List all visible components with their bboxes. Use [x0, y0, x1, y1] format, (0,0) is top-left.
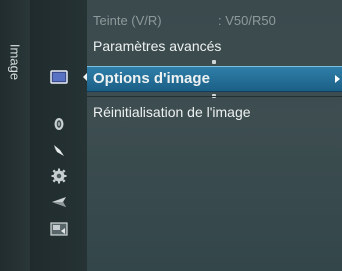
menu-category-title: Image	[7, 43, 23, 81]
menu-item-picture-reset[interactable]: Réinitialisation de l'image	[87, 100, 342, 124]
setup-category-button[interactable]	[30, 163, 87, 189]
menu-divider	[87, 96, 342, 97]
chevron-right-icon	[335, 75, 340, 83]
scroll-up-indicator	[212, 60, 216, 64]
input-category-button[interactable]	[30, 189, 87, 215]
application-icon	[49, 222, 68, 236]
picture-category-button[interactable]	[30, 64, 88, 90]
channel-category-button[interactable]	[30, 137, 87, 163]
picture-menu: Teinte (V/R) : V50/R50 Paramètres avancé…	[87, 0, 342, 271]
menu-item-picture-options[interactable]: Options d'image	[87, 66, 342, 92]
channel-icon	[53, 145, 64, 156]
menu-item-advanced-settings[interactable]: Paramètres avancés	[87, 34, 342, 58]
input-icon	[51, 197, 66, 207]
sound-icon	[54, 118, 63, 130]
category-icon-column	[30, 0, 88, 271]
sound-category-button[interactable]	[30, 110, 87, 136]
tint-label: Teinte (V/R)	[93, 13, 162, 28]
menu-item-tint[interactable]: Teinte (V/R) : V50/R50	[87, 9, 342, 33]
tint-value: : V50/R50	[218, 13, 276, 28]
picture-reset-label: Réinitialisation de l'image	[93, 104, 251, 120]
picture-icon	[49, 70, 68, 84]
advanced-settings-label: Paramètres avancés	[93, 38, 222, 54]
setup-icon	[51, 168, 66, 184]
application-category-button[interactable]	[30, 216, 87, 242]
menu-category-strip: Image	[0, 0, 30, 271]
picture-options-label: Options d'image	[93, 70, 210, 87]
tv-osd-screen: Image Teinte (V/R): V50/R50 Paramètres …	[0, 0, 342, 271]
